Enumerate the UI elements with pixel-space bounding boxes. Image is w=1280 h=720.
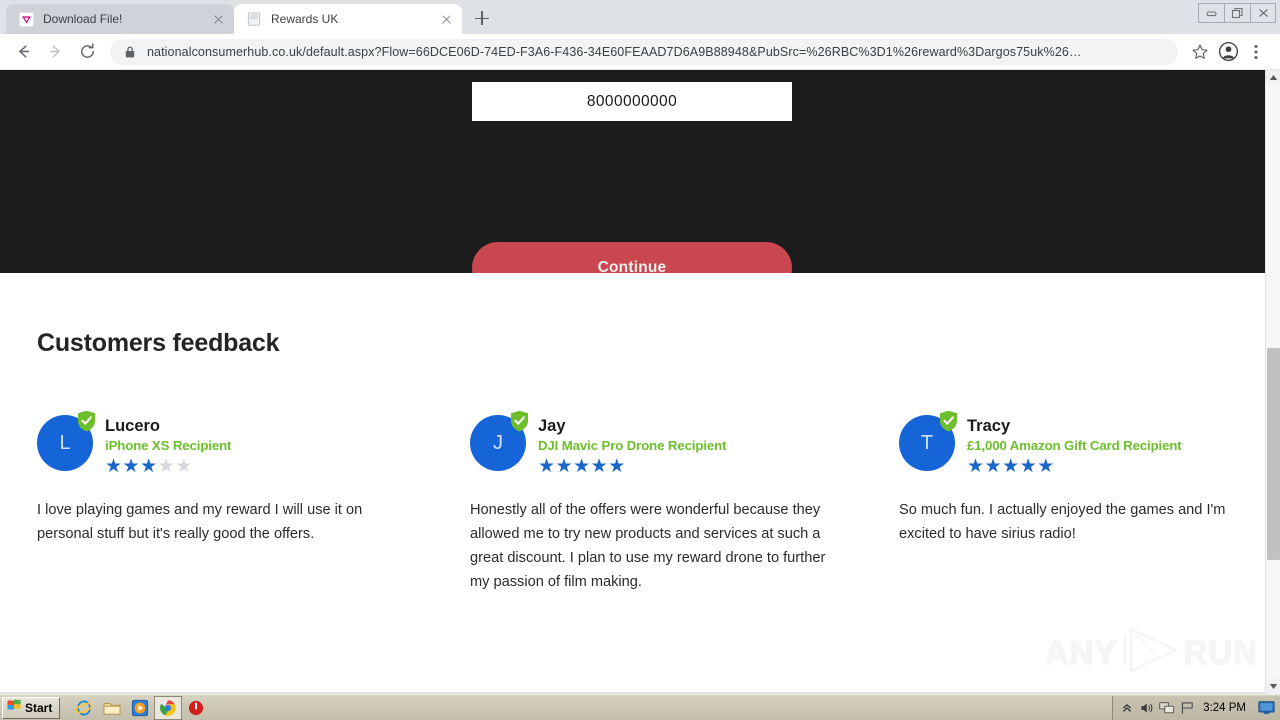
star-2: ★ (984, 455, 1003, 477)
download-chevron-icon (18, 11, 34, 27)
customers-feedback-section: Customers feedback L Lucero iPhone XS Re… (0, 273, 1280, 692)
star-1: ★ (105, 455, 123, 477)
windows-taskbar: Start 3:24 PM (0, 694, 1280, 720)
phone-number-input[interactable] (472, 82, 792, 121)
reviewer-award: £1,000 Amazon Gift Card Recipient (967, 438, 1182, 454)
scrollbar-thumb[interactable] (1267, 348, 1280, 560)
star-5: ★ (1037, 455, 1055, 477)
testimonial-meta: Lucero iPhone XS Recipient ★★★★★ (105, 415, 231, 476)
media-player-icon[interactable] (126, 696, 154, 720)
testimonial-text: Honestly all of the offers were wonderfu… (470, 501, 826, 591)
flag-icon[interactable] (1177, 698, 1197, 718)
chevron-up-icon[interactable] (1117, 698, 1137, 718)
testimonial-header: L Lucero iPhone XS Recipient ★★★★★ (37, 410, 413, 476)
tab-close-icon[interactable] (438, 11, 454, 27)
star-5: ★ (608, 455, 626, 477)
star-3: ★ (573, 455, 591, 477)
network-icon[interactable] (1157, 698, 1177, 718)
star-3: ★ (140, 455, 158, 477)
forward-arrow-icon[interactable] (40, 37, 70, 67)
tab-close-icon[interactable] (210, 11, 226, 27)
tab-title: Download File! (43, 12, 123, 26)
reviewer-award: DJI Mavic Pro Drone Recipient (538, 438, 727, 454)
star-4: ★ (157, 455, 176, 477)
browser-window: Download File! Rewards UK nationalconsum… (0, 0, 1280, 694)
star-1: ★ (967, 455, 985, 477)
restore-button[interactable] (1224, 3, 1250, 23)
tab-download-file[interactable]: Download File! (6, 4, 234, 34)
watermark-right-text: RUN (1183, 633, 1258, 672)
volume-icon[interactable] (1137, 698, 1157, 718)
testimonial-text: So much fun. I actually enjoyed the game… (899, 501, 1226, 543)
avatar-wrapper: L (37, 410, 95, 471)
minimize-button[interactable] (1198, 3, 1224, 23)
star-rating: ★★★★★ (105, 457, 231, 476)
testimonial-meta: Tracy £1,000 Amazon Gift Card Recipient … (967, 415, 1182, 476)
start-button[interactable]: Start (2, 696, 61, 719)
tab-title: Rewards UK (271, 12, 339, 26)
new-tab-button[interactable] (468, 4, 496, 32)
star-2: ★ (555, 455, 574, 477)
taskbar-clock[interactable]: 3:24 PM (1203, 702, 1246, 714)
hero-section: Continue (0, 70, 1280, 294)
address-bar[interactable]: nationalconsumerhub.co.uk/default.aspx?F… (110, 38, 1178, 65)
window-controls (1198, 2, 1276, 24)
reload-icon[interactable] (72, 37, 102, 67)
internet-explorer-icon[interactable] (70, 696, 98, 720)
verified-shield-icon (510, 410, 529, 432)
page-scrollbar[interactable] (1265, 70, 1280, 694)
testimonial-text: I love playing games and my reward I wil… (37, 501, 363, 543)
play-triangle-icon (1122, 625, 1180, 680)
file-explorer-icon[interactable] (98, 696, 126, 720)
testimonial-card: L Lucero iPhone XS Recipient ★★★★★ I lov… (0, 410, 453, 594)
scroll-down-icon[interactable] (1266, 679, 1280, 694)
system-tray: 3:24 PM (1112, 695, 1280, 720)
back-arrow-icon[interactable] (8, 37, 38, 67)
address-bar-url: nationalconsumerhub.co.uk/default.aspx?F… (147, 44, 1082, 59)
scroll-up-icon[interactable] (1266, 70, 1280, 85)
reviewer-name: Tracy (967, 417, 1011, 435)
reviewer-award: iPhone XS Recipient (105, 438, 232, 454)
shutdown-red-icon[interactable] (182, 696, 210, 720)
star-5: ★ (175, 455, 193, 477)
testimonial-header: T Tracy £1,000 Amazon Gift Card Recipien… (899, 410, 1240, 476)
star-2: ★ (122, 455, 141, 477)
google-chrome-icon[interactable] (154, 695, 183, 720)
star-rating: ★★★★★ (538, 457, 726, 476)
chrome-menu-icon[interactable] (1242, 38, 1270, 66)
testimonial-card: T Tracy £1,000 Amazon Gift Card Recipien… (869, 410, 1280, 594)
reviewer-name: Jay (538, 417, 566, 435)
testimonial-card: J Jay DJI Mavic Pro Drone Recipient ★★★★… (453, 410, 869, 594)
quick-launch-bar (70, 695, 210, 720)
profile-avatar-icon[interactable] (1214, 38, 1242, 66)
star-1: ★ (538, 455, 556, 477)
verified-shield-icon (77, 410, 96, 432)
browser-toolbar: nationalconsumerhub.co.uk/default.aspx?F… (0, 34, 1280, 70)
star-rating: ★★★★★ (967, 457, 1182, 476)
show-desktop-icon[interactable] (1256, 699, 1276, 717)
bookmark-star-icon[interactable] (1186, 38, 1214, 66)
page-viewport: Continue Customers feedback L (0, 70, 1280, 692)
star-3: ★ (1002, 455, 1020, 477)
close-button[interactable] (1250, 3, 1276, 23)
lock-icon (124, 45, 138, 59)
star-4: ★ (1019, 455, 1038, 477)
avatar-wrapper: T (899, 410, 957, 471)
star-4: ★ (590, 455, 609, 477)
anyrun-watermark: ANY RUN (1044, 625, 1258, 680)
testimonial-list: L Lucero iPhone XS Recipient ★★★★★ I lov… (0, 410, 1280, 594)
windows-logo-icon (6, 697, 22, 718)
verified-shield-icon (939, 410, 958, 432)
page-title: Customers feedback (37, 329, 280, 357)
tab-strip: Download File! Rewards UK (0, 0, 1280, 34)
testimonial-meta: Jay DJI Mavic Pro Drone Recipient ★★★★★ (538, 415, 726, 476)
reviewer-name: Lucero (105, 417, 161, 435)
avatar-wrapper: J (470, 410, 528, 471)
watermark-left-text: ANY (1044, 633, 1118, 672)
tab-rewards-uk[interactable]: Rewards UK (234, 4, 462, 34)
generic-page-icon (246, 11, 262, 27)
testimonial-header: J Jay DJI Mavic Pro Drone Recipient ★★★★… (470, 410, 829, 476)
start-label: Start (25, 700, 53, 715)
